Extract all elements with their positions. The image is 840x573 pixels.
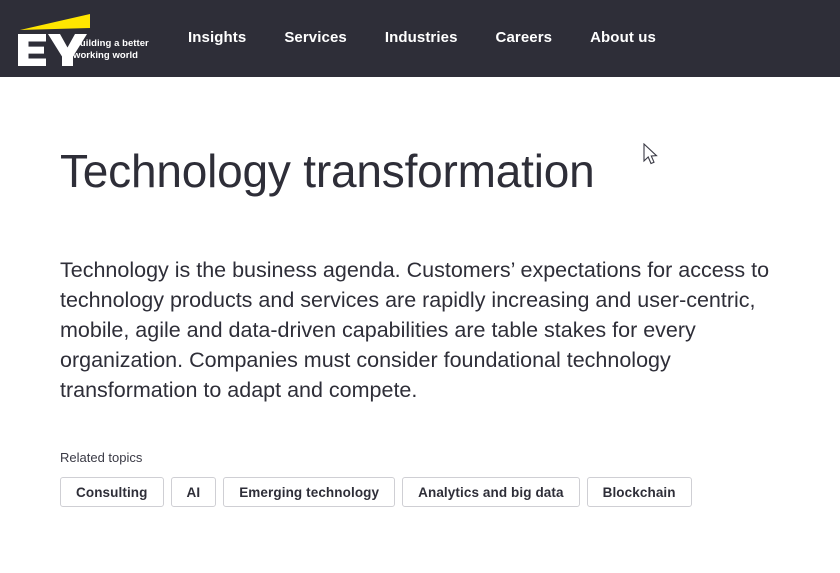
tag-emerging-technology[interactable]: Emerging technology (223, 477, 396, 507)
page-lede-paragraph: Technology is the business agenda. Custo… (60, 258, 770, 402)
site-header: Building a better working world Insights… (0, 0, 840, 77)
related-topics-label: Related topics (60, 450, 143, 465)
nav-item-industries[interactable]: Industries (385, 28, 458, 48)
ey-logo[interactable]: Building a better working world (18, 6, 158, 70)
nav-item-insights[interactable]: Insights (188, 28, 246, 48)
tag-blockchain[interactable]: Blockchain (586, 477, 692, 507)
nav-item-about-us[interactable]: About us (590, 28, 656, 48)
mouse-cursor-icon (643, 143, 658, 165)
related-topics-section: Related topics Consulting AI Emerging te… (60, 450, 800, 515)
tag-analytics-and-big-data[interactable]: Analytics and big data (402, 477, 580, 507)
page-title: Technology transformation (60, 145, 595, 197)
nav-item-careers[interactable]: Careers (496, 28, 553, 48)
nav-item-services[interactable]: Services (284, 28, 347, 48)
main-navigation: Insights Services Industries Careers Abo… (188, 28, 656, 48)
ey-tagline: Building a better working world (73, 38, 149, 61)
ey-tagline-line1: Building a better (73, 38, 149, 49)
tag-ai[interactable]: AI (170, 477, 217, 507)
tag-consulting[interactable]: Consulting (60, 477, 164, 507)
related-topics-tag-list: Consulting AI Emerging technology Analyt… (60, 477, 800, 515)
ey-tagline-line2: working world (73, 49, 139, 61)
